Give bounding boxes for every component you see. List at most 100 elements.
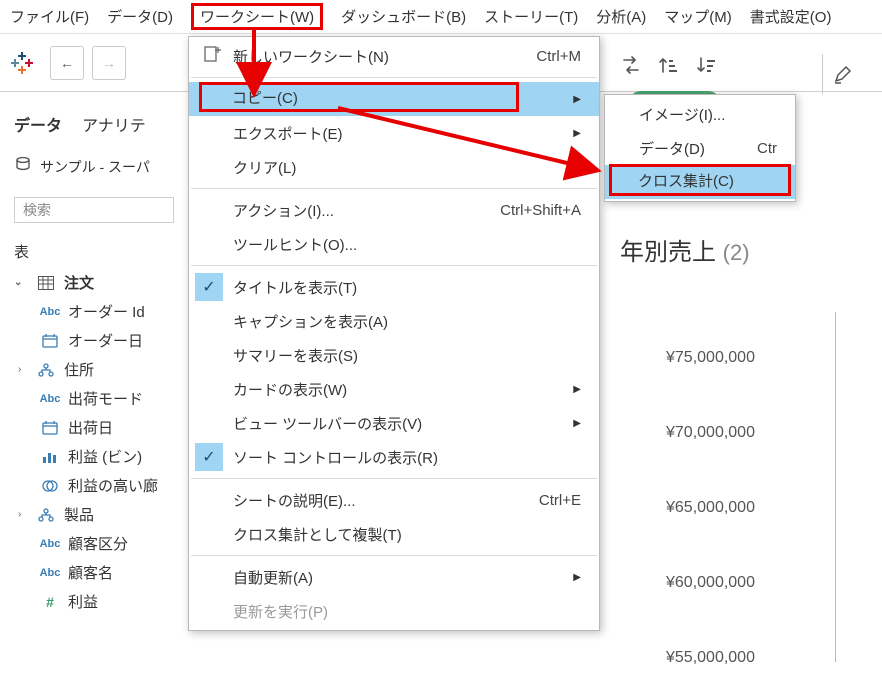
- date-icon: [38, 421, 62, 435]
- field-label: 出荷モード: [68, 388, 178, 409]
- field-label: 利益 (ビン): [68, 446, 178, 467]
- field-出荷モード[interactable]: Abc 出荷モード: [4, 384, 184, 413]
- datasource-icon: [14, 156, 32, 177]
- tab-data[interactable]: データ: [14, 112, 62, 136]
- highlight-icon[interactable]: [822, 54, 862, 94]
- menu-worksheet[interactable]: ワークシート(W): [191, 3, 323, 30]
- datasource-item[interactable]: サンプル - スーパ: [0, 146, 188, 183]
- menu-clear[interactable]: クリア(L) ▶: [189, 150, 599, 184]
- field-label: オーダー Id: [68, 301, 178, 322]
- sort-desc-icon[interactable]: [696, 54, 718, 79]
- back-button[interactable]: ←: [50, 46, 84, 80]
- field-label: 顧客区分: [68, 533, 178, 554]
- submenu-image[interactable]: イメージ(I)...: [605, 97, 795, 131]
- set-icon: [38, 479, 62, 493]
- menu-show-sort-controls[interactable]: ✓ ソート コントロールの表示(R): [189, 440, 599, 474]
- menu-show-caption[interactable]: キャプションを表示(A): [189, 304, 599, 338]
- menu-new-worksheet[interactable]: 新しいワークシート(N) Ctrl+M: [189, 39, 599, 73]
- sidebar: データ アナリテ サンプル - スーパ 検索 表 ⌄ 注文 Abcオーダー Id…: [0, 92, 188, 616]
- Abc-icon: Abc: [38, 567, 62, 579]
- menu-show-cards[interactable]: カードの表示(W) ▶: [189, 372, 599, 406]
- copy-submenu: イメージ(I)... データ(D) Ctr クロス集計(C) クロス集計(C): [604, 94, 796, 202]
- sort-asc-icon[interactable]: [658, 54, 680, 79]
- menu-copy[interactable]: コピー(C) コピー(C) ▶: [189, 82, 599, 116]
- field-顧客区分[interactable]: Abc 顧客区分: [4, 529, 184, 558]
- field-label: 利益: [68, 591, 178, 612]
- Abc-icon: Abc: [38, 306, 62, 318]
- menu-auto-update[interactable]: 自動更新(A) ▶: [189, 560, 599, 594]
- menu-export[interactable]: エクスポート(E) ▶: [189, 116, 599, 150]
- new-worksheet-icon: [201, 45, 223, 67]
- menu-format[interactable]: 書式設定(O): [750, 6, 832, 27]
- submenu-arrow-icon: ▶: [543, 128, 581, 139]
- menu-analysis[interactable]: 分析(A): [596, 6, 646, 27]
- hier-icon: [34, 363, 58, 377]
- menu-data[interactable]: データ(D): [107, 6, 173, 27]
- field-label: 利益の高い廊: [68, 475, 178, 496]
- field-住所[interactable]: › 住所: [4, 355, 184, 384]
- hash-icon: #: [38, 594, 62, 610]
- menu-show-viewtoolbar[interactable]: ビュー ツールバーの表示(V) ▶: [189, 406, 599, 440]
- table-icon: [34, 276, 58, 290]
- menu-show-title[interactable]: ✓ タイトルを表示(T): [189, 270, 599, 304]
- menubar: ファイル(F) データ(D) ワークシート(W) ダッシュボード(B) ストーリ…: [0, 0, 882, 34]
- field-オーダー日[interactable]: オーダー日: [4, 326, 184, 355]
- hier-icon: [34, 508, 58, 522]
- Abc-icon: Abc: [38, 393, 62, 405]
- search-placeholder: 検索: [23, 200, 51, 220]
- menu-dashboard[interactable]: ダッシュボード(B): [341, 6, 466, 27]
- orders-table[interactable]: ⌄ 注文: [4, 268, 184, 297]
- y-axis-labels: ¥75,000,000 ¥70,000,000 ¥65,000,000 ¥60,…: [666, 320, 755, 675]
- forward-button[interactable]: →: [92, 46, 126, 80]
- field-利益[interactable]: # 利益: [4, 587, 184, 616]
- field-利益 (ビン)[interactable]: 利益 (ビン): [4, 442, 184, 471]
- field-製品[interactable]: › 製品: [4, 500, 184, 529]
- field-label: 顧客名: [68, 562, 178, 583]
- y-tick: ¥60,000,000: [666, 545, 755, 620]
- menu-show-summary[interactable]: サマリーを表示(S): [189, 338, 599, 372]
- y-tick: ¥70,000,000: [666, 395, 755, 470]
- menu-file[interactable]: ファイル(F): [10, 6, 89, 27]
- field-label: オーダー日: [68, 330, 178, 351]
- y-tick: ¥75,000,000: [666, 320, 755, 395]
- menu-tooltip[interactable]: ツールヒント(O)...: [189, 227, 599, 261]
- menu-run-update: 更新を実行(P): [189, 594, 599, 628]
- expand-icon: ›: [14, 509, 28, 520]
- check-icon: ✓: [195, 443, 223, 471]
- field-顧客名[interactable]: Abc 顧客名: [4, 558, 184, 587]
- field-オーダー Id[interactable]: Abc オーダー Id: [4, 297, 184, 326]
- menu-map[interactable]: マップ(M): [664, 6, 732, 27]
- menu-action[interactable]: アクション(I)... Ctrl+Shift+A: [189, 193, 599, 227]
- field-出荷日[interactable]: 出荷日: [4, 413, 184, 442]
- submenu-crosstab[interactable]: クロス集計(C) クロス集計(C): [605, 165, 795, 199]
- bin-icon: [38, 450, 62, 464]
- menu-story[interactable]: ストーリー(T): [484, 6, 578, 27]
- field-利益の高い廊[interactable]: 利益の高い廊: [4, 471, 184, 500]
- submenu-data[interactable]: データ(D) Ctr: [605, 131, 795, 165]
- submenu-arrow-icon: ▶: [543, 572, 581, 583]
- field-label: 出荷日: [68, 417, 178, 438]
- y-tick: ¥65,000,000: [666, 470, 755, 545]
- menu-duplicate-crosstab[interactable]: クロス集計として複製(T): [189, 517, 599, 551]
- field-label: 製品: [64, 504, 178, 525]
- date-icon: [38, 334, 62, 348]
- worksheet-title: 年別売上 (2): [620, 232, 750, 267]
- field-label: 住所: [64, 359, 178, 380]
- axis-line: [835, 312, 836, 662]
- expand-icon: ⌄: [14, 277, 28, 288]
- datasource-label: サンプル - スーパ: [40, 157, 150, 177]
- Abc-icon: Abc: [38, 538, 62, 550]
- swap-icon[interactable]: [620, 54, 642, 79]
- submenu-arrow-icon: ▶: [543, 384, 581, 395]
- worksheet-menu: 新しいワークシート(N) Ctrl+M コピー(C) コピー(C) ▶ エクスポ…: [188, 36, 600, 631]
- submenu-arrow-icon: ▶: [543, 162, 581, 173]
- tableau-logo-icon: [0, 50, 44, 76]
- y-tick: ¥55,000,000: [666, 620, 755, 675]
- expand-icon: ›: [14, 364, 28, 375]
- check-icon: ✓: [195, 273, 223, 301]
- submenu-arrow-icon: ▶: [543, 94, 581, 105]
- tab-analytics[interactable]: アナリテ: [82, 112, 146, 136]
- submenu-arrow-icon: ▶: [543, 418, 581, 429]
- search-input[interactable]: 検索: [14, 197, 174, 223]
- menu-describe-sheet[interactable]: シートの説明(E)... Ctrl+E: [189, 483, 599, 517]
